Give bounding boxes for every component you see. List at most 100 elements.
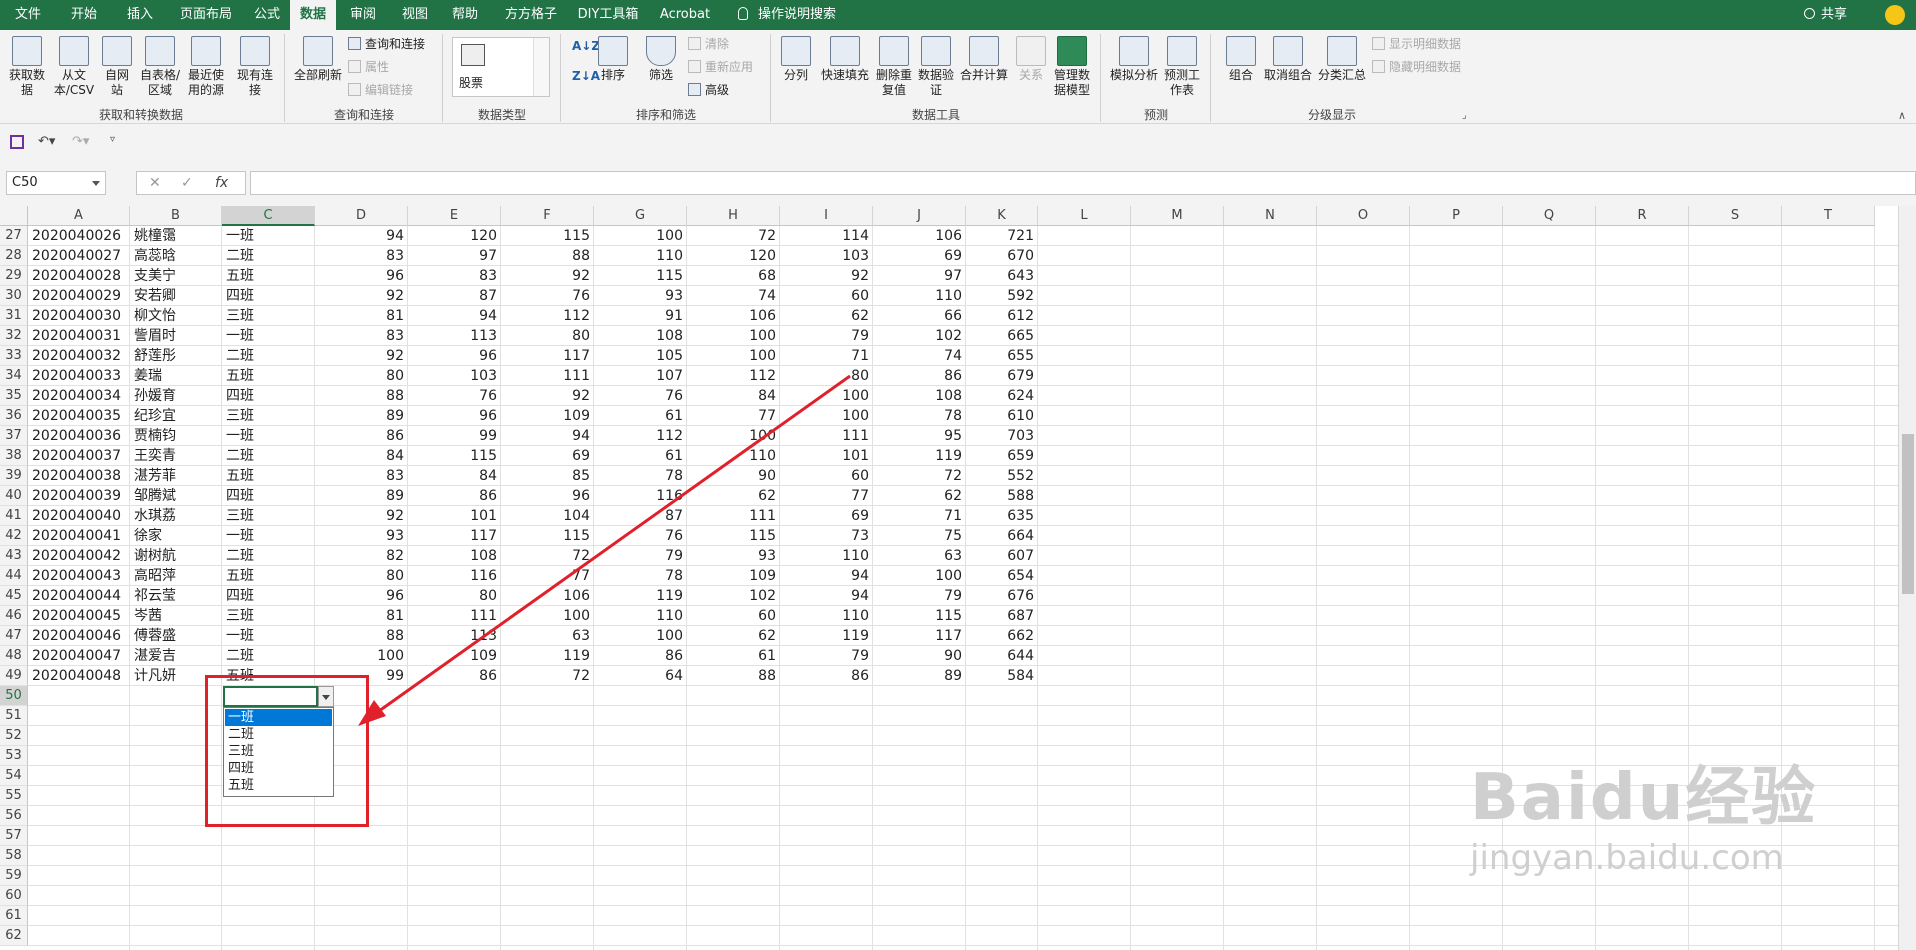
existing-connections-button[interactable]: 现有连接 [236, 36, 274, 98]
tab-home[interactable]: 开始 [56, 0, 112, 30]
tab-data[interactable]: 数据 [290, 0, 336, 30]
relationships-button[interactable]: 关系 [1012, 36, 1050, 83]
customize-qat-icon[interactable]: ▿ [110, 134, 115, 145]
tab-file[interactable]: 文件 [0, 0, 56, 30]
lightbulb-icon [738, 7, 748, 20]
name-box-value: C50 [12, 175, 38, 190]
clear-filter-icon [688, 37, 701, 50]
subtotal-icon [1327, 36, 1357, 66]
consolidate-icon [969, 36, 999, 66]
group-button[interactable]: 组合 [1222, 36, 1260, 83]
clear-filter-button[interactable]: 清除 [688, 36, 729, 52]
show-detail-button[interactable]: 显示明细数据 [1372, 36, 1461, 52]
what-if-analysis-button[interactable]: 模拟分析 [1108, 36, 1160, 83]
tab-formulas[interactable]: 公式 [244, 0, 290, 30]
ribbon-separator [442, 34, 443, 122]
link-icon [348, 83, 361, 96]
ribbon-tab-bar: 文件 开始 插入 页面布局 公式 数据 审阅 视图 帮助 方方格子 DIY工具箱… [0, 0, 1916, 30]
cancel-icon[interactable]: ✕ [149, 175, 161, 191]
remove-duplicates-button[interactable]: 删除重复值 [874, 36, 914, 98]
group-label-outline: 分级显示 [1307, 108, 1356, 122]
person-icon [1804, 8, 1815, 19]
group-label-data-tools: 数据工具 [911, 108, 960, 122]
formula-buttons: ✕ ✓ fx [136, 171, 246, 195]
hide-detail-button[interactable]: 隐藏明细数据 [1372, 59, 1461, 75]
ribbon-separator [1210, 34, 1211, 122]
consolidate-button[interactable]: 合并计算 [958, 36, 1010, 83]
text-to-columns-button[interactable]: 分列 [778, 36, 814, 83]
database-icon [12, 36, 42, 66]
redo-icon[interactable]: ↷▾ [72, 134, 89, 149]
ribbon-separator [1100, 34, 1101, 122]
table-icon [145, 36, 175, 66]
text-columns-icon [781, 36, 811, 66]
group-label-queries: 查询和连接 [333, 108, 394, 122]
remove-duplicates-icon [879, 36, 909, 66]
enter-check-icon[interactable]: ✓ [181, 175, 193, 191]
from-table-button[interactable]: 自表格/区域 [138, 36, 182, 98]
tab-page-layout[interactable]: 页面布局 [168, 0, 244, 30]
name-box[interactable]: C50 [6, 171, 106, 195]
sort-button[interactable]: 排序 [596, 36, 630, 83]
chevron-down-icon[interactable] [92, 181, 100, 186]
tab-help[interactable]: 帮助 [442, 0, 488, 30]
advanced-filter-button[interactable]: 高级 [688, 82, 729, 98]
text-file-icon [59, 36, 89, 66]
queries-connections-button[interactable]: 查询和连接 [348, 36, 425, 52]
tab-view[interactable]: 视图 [392, 0, 438, 30]
connection-icon [240, 36, 270, 66]
ribbon-separator [770, 34, 771, 122]
group-label-forecast: 预测 [1143, 108, 1168, 122]
bank-icon [461, 44, 485, 66]
subtotal-button[interactable]: 分类汇总 [1316, 36, 1368, 83]
stocks-data-type-gallery[interactable]: 股票 [452, 37, 550, 97]
data-validation-icon [921, 36, 951, 66]
get-data-button[interactable]: 获取数据 [6, 36, 48, 98]
manage-data-model-button[interactable]: 管理数据模型 [1052, 36, 1092, 98]
collapse-ribbon-icon[interactable]: ∧ [1898, 108, 1906, 124]
vertical-scroll-thumb[interactable] [1902, 434, 1914, 594]
watermark-url: jingyan.baidu.com [1470, 838, 1784, 878]
undo-icon[interactable]: ↶▾ [38, 134, 55, 149]
tab-review[interactable]: 审阅 [340, 0, 386, 30]
queries-icon [348, 37, 361, 50]
insert-function-icon[interactable]: fx [215, 175, 228, 191]
formula-input[interactable] [250, 171, 1916, 195]
tell-me-search[interactable]: 操作说明搜索 [738, 0, 850, 30]
clock-icon [191, 36, 221, 66]
web-icon [102, 36, 132, 66]
gallery-scroll-icon[interactable] [533, 38, 549, 96]
data-model-icon [1057, 36, 1087, 66]
tab-fangfang[interactable]: 方方格子 [496, 0, 566, 30]
tab-acrobat[interactable]: Acrobat [654, 0, 716, 30]
ungroup-icon [1273, 36, 1303, 66]
share-button[interactable]: 共享 [1804, 0, 1847, 30]
stocks-label: 股票 [459, 76, 484, 90]
tab-diy-toolbox[interactable]: DIY工具箱 [572, 0, 644, 30]
ungroup-button[interactable]: 取消组合 [1262, 36, 1314, 83]
from-text-csv-button[interactable]: 从文本/CSV [52, 36, 96, 98]
reapply-button[interactable]: 重新应用 [688, 59, 753, 75]
flash-fill-button[interactable]: 快速填充 [818, 36, 872, 83]
worksheet-grid[interactable]: A B C D E F G H I J K L M N O P Q R S T 27 28 29 30 31 32 33 34 35 36… [0, 206, 1916, 950]
formula-bar: C50 ✕ ✓ fx [0, 160, 1916, 206]
flash-fill-icon [830, 36, 860, 66]
forecast-chart-icon [1167, 36, 1197, 66]
show-detail-icon [1372, 37, 1385, 50]
quick-access-toolbar: ↶▾ ↷▾ ▿ [0, 124, 1916, 160]
forecast-sheet-button[interactable]: 预测工作表 [1162, 36, 1202, 98]
refresh-all-button[interactable]: 全部刷新 [292, 36, 344, 83]
save-icon[interactable] [10, 135, 24, 149]
sort-icon [598, 36, 628, 66]
tab-insert[interactable]: 插入 [112, 0, 168, 30]
from-web-button[interactable]: 自网站 [100, 36, 134, 98]
ribbon-data: 获取数据 从文本/CSV 自网站 自表格/区域 最近使用的源 现有连接 获取和转… [0, 30, 1916, 124]
filter-button[interactable]: 筛选 [644, 36, 678, 83]
data-validation-button[interactable]: 数据验证 [916, 36, 956, 98]
edit-links-button[interactable]: 编辑链接 [348, 82, 413, 98]
properties-button[interactable]: 属性 [348, 59, 389, 75]
dialog-launcher-icon[interactable]: ⌟ [1462, 108, 1467, 124]
relationships-icon [1016, 36, 1046, 66]
recent-sources-button[interactable]: 最近使用的源 [184, 36, 228, 98]
feedback-smiley-icon[interactable] [1885, 5, 1905, 25]
